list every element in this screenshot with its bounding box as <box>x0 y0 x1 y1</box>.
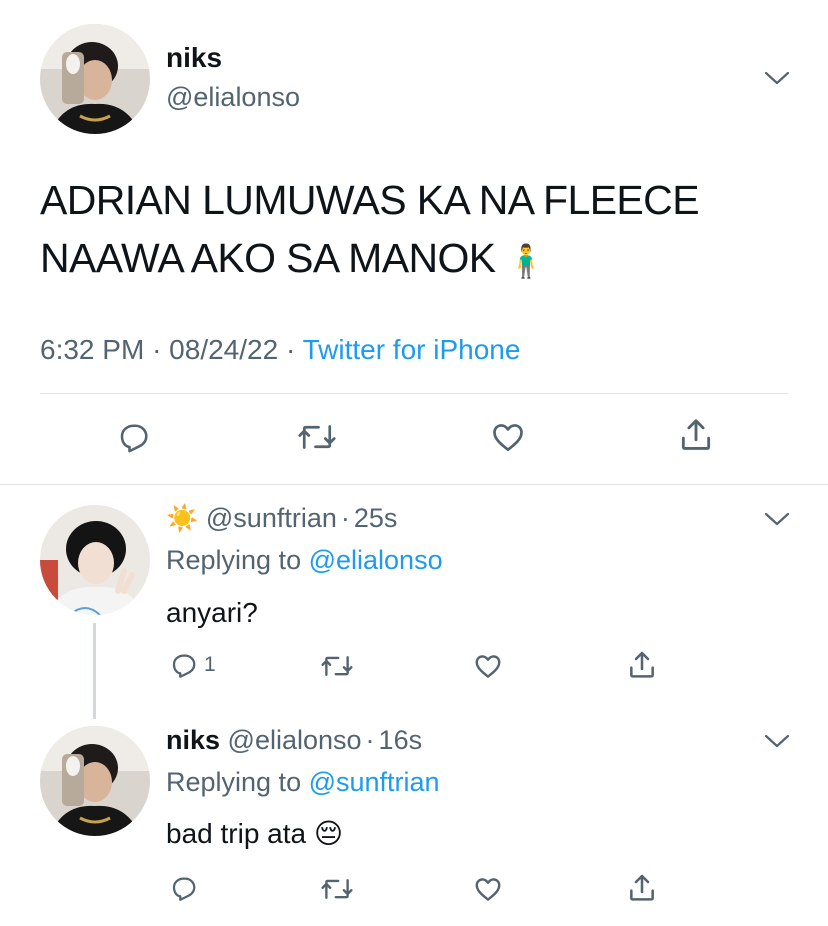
reply-separator: · <box>340 503 350 533</box>
author-name[interactable]: niks <box>166 42 222 74</box>
reply-text: bad trip ata 😔 <box>166 817 343 850</box>
retweet-button[interactable] <box>297 419 337 455</box>
like-button[interactable] <box>472 874 504 904</box>
avatar[interactable] <box>40 726 150 836</box>
chevron-down-icon[interactable] <box>764 510 790 528</box>
share-icon <box>630 874 654 901</box>
heart-icon <box>475 655 501 678</box>
meta-divider <box>40 393 788 394</box>
retweet-icon <box>298 425 336 449</box>
reply-button[interactable]: 1 <box>168 650 216 680</box>
pensive-emoji: 😔 <box>313 818 344 849</box>
tweet-divider <box>0 484 828 485</box>
retweet-button[interactable] <box>320 651 354 681</box>
meta-separator: · <box>285 334 296 365</box>
reply-author-name[interactable]: niks <box>166 725 220 755</box>
author-handle[interactable]: @elialonso <box>166 82 300 113</box>
retweet-icon <box>321 656 353 676</box>
reply-text: anyari? <box>166 597 258 628</box>
tweet-time: 6:32 PM <box>40 334 145 365</box>
replying-to: Replying to @elialonso <box>166 545 443 576</box>
reply-separator: · <box>365 725 375 755</box>
person-standing-emoji: 🧍‍♂️ <box>506 243 546 279</box>
tweet-date: 08/24/22 <box>169 334 279 365</box>
chevron-down-icon[interactable] <box>764 69 790 87</box>
reply-icon <box>120 424 148 453</box>
tweet-text-line-1: ADRIAN LUMUWAS KA NA FLEECE <box>40 177 700 223</box>
like-button[interactable] <box>472 651 504 681</box>
share-button[interactable] <box>626 871 658 905</box>
reply-icon <box>172 877 196 901</box>
tweet-source-link[interactable]: Twitter for iPhone <box>303 334 521 365</box>
retweet-icon <box>321 879 353 899</box>
replying-to-label: Replying to <box>166 767 302 797</box>
share-icon <box>630 651 654 678</box>
reply-header: ☀️ @sunftrian · 25s <box>166 503 397 534</box>
meta-separator: · <box>152 334 162 365</box>
replying-to-label: Replying to <box>166 545 302 575</box>
thread-line <box>93 623 96 719</box>
tweet-text-line-2: NAAWA AKO SA MANOK <box>40 235 496 281</box>
reply-time: 16s <box>378 725 423 755</box>
tweet-meta: 6:32 PM · 08/24/22 · Twitter for iPhone <box>40 334 520 366</box>
reply-icon <box>172 654 196 678</box>
reply-button[interactable] <box>115 419 153 455</box>
chevron-down-icon[interactable] <box>764 732 790 750</box>
reply-button[interactable] <box>168 873 200 903</box>
retweet-button[interactable] <box>320 874 354 904</box>
avatar[interactable] <box>40 24 150 134</box>
share-button[interactable] <box>677 416 715 454</box>
avatar[interactable] <box>40 505 150 615</box>
heart-icon <box>493 424 523 452</box>
reply-text-content: bad trip ata <box>166 818 307 849</box>
share-icon <box>681 419 711 450</box>
reply-header: niks @elialonso · 16s <box>166 725 422 756</box>
like-button[interactable] <box>489 419 527 455</box>
replying-to: Replying to @sunftrian <box>166 767 440 798</box>
replying-to-link[interactable]: @sunftrian <box>309 767 440 797</box>
replying-to-link[interactable]: @elialonso <box>309 545 443 575</box>
heart-icon <box>475 878 501 901</box>
share-button[interactable] <box>626 648 658 682</box>
reply-handle[interactable]: @elialonso <box>228 725 362 755</box>
reply-count: 1 <box>204 653 216 676</box>
sun-emoji[interactable]: ☀️ <box>166 503 198 533</box>
reply-time: 25s <box>353 503 398 533</box>
reply-handle[interactable]: @sunftrian <box>206 503 337 533</box>
tweet-text: ADRIAN LUMUWAS KA NA FLEECE NAAWA AKO SA… <box>40 171 700 290</box>
